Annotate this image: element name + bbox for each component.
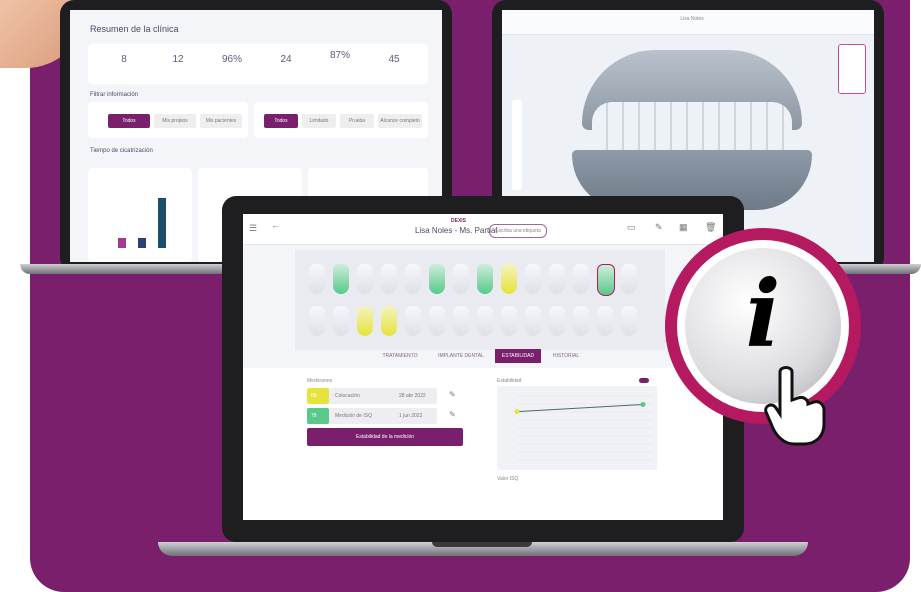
bar-1 xyxy=(118,238,126,248)
filter-full-button[interactable]: Alcance completo xyxy=(378,114,422,128)
tooth-upper-14[interactable] xyxy=(621,264,637,294)
chart-note: Valor ISQ xyxy=(497,476,519,482)
point-2 xyxy=(640,402,646,408)
measurement-value-1: 68 xyxy=(311,393,317,399)
viewer-title: Lisa Noles xyxy=(680,16,704,22)
edit-icon[interactable]: ✎ xyxy=(655,222,663,233)
tooth-upper-3[interactable] xyxy=(357,264,373,294)
tooth-upper-5[interactable] xyxy=(405,264,421,294)
filter-patients-button[interactable]: Mis pacientes xyxy=(200,114,242,128)
tooth-lower-8[interactable] xyxy=(477,306,493,336)
chart-card-1 xyxy=(88,168,192,262)
menu-icon[interactable]: ☰ xyxy=(249,223,257,234)
tag-search-input[interactable]: Escriba una etiqueta xyxy=(489,224,547,238)
tooth-lower-1[interactable] xyxy=(309,306,325,336)
tooth-lower-4[interactable] xyxy=(381,306,397,336)
tooth-lower-11[interactable] xyxy=(549,306,565,336)
tooth-lower-5[interactable] xyxy=(405,306,421,336)
tooth-upper-11[interactable] xyxy=(549,264,565,294)
delete-icon[interactable]: 🗑 xyxy=(705,222,716,233)
tooth-upper-12[interactable] xyxy=(573,264,589,294)
tooth-lower-3[interactable] xyxy=(357,306,373,336)
stat-5: 87% xyxy=(329,50,350,61)
tooth-lower-9[interactable] xyxy=(501,306,517,336)
point-1 xyxy=(514,409,520,415)
bar-2 xyxy=(138,238,146,248)
tooth-lower-12[interactable] xyxy=(573,306,589,336)
viewer-toolbar xyxy=(502,10,874,35)
edit-measurement-2-icon[interactable]: ✎ xyxy=(449,410,456,419)
clinic-summary-title: Resumen de la clínica xyxy=(90,24,179,34)
tooth-upper-9[interactable] xyxy=(501,264,517,294)
filter-title: Filtrar información xyxy=(90,92,139,98)
tooth-upper-8[interactable] xyxy=(477,264,493,294)
stat-2: 12 xyxy=(172,54,184,65)
brand-label: DEXIS xyxy=(451,218,467,224)
tooth-lower-10[interactable] xyxy=(525,306,541,336)
tooth-lower-13[interactable] xyxy=(597,306,613,336)
scanner-icon[interactable]: ▭ xyxy=(627,222,636,233)
tooth-upper-1[interactable] xyxy=(309,264,325,294)
measurement-row-2[interactable]: 78 Medición de ISQ 1 jun 2022 xyxy=(307,408,437,424)
chart-title: Estabilidad xyxy=(497,378,522,384)
tab-treatment[interactable]: TRATAMIENTO xyxy=(373,349,427,363)
viewer-panel[interactable] xyxy=(838,44,866,94)
measurement-date-1: 28 abr 2022 xyxy=(399,393,426,399)
pointer-hand-icon xyxy=(764,366,826,446)
measurements-label: Mediciones xyxy=(307,378,333,384)
filter-all-button[interactable]: Todos xyxy=(108,114,150,128)
stat-1: 8 xyxy=(121,54,127,65)
measurement-label-2: Medición de ISQ xyxy=(335,413,372,419)
patient-title: Lisa Noles - Ms. Partial xyxy=(415,226,498,235)
measurement-label-1: Colocación xyxy=(335,393,360,399)
bar-3 xyxy=(158,198,166,248)
front-laptop-notch xyxy=(432,542,532,547)
tab-history[interactable]: HISTORIAL xyxy=(545,349,587,363)
filter-all-2-button[interactable]: Todos xyxy=(264,114,298,128)
tooth-lower-14[interactable] xyxy=(621,306,637,336)
stat-3: 96% xyxy=(221,54,242,65)
calendar-icon[interactable]: ▦ xyxy=(679,222,688,233)
tooth-upper-7[interactable] xyxy=(453,264,469,294)
filter-limited-button[interactable]: Limitado xyxy=(302,114,336,128)
tooth-upper-10[interactable] xyxy=(525,264,541,294)
tooth-lower-2[interactable] xyxy=(333,306,349,336)
tooth-lower-7[interactable] xyxy=(453,306,469,336)
healing-time-title: Tiempo de cicatrización xyxy=(90,148,153,154)
tab-dental-implant[interactable]: IMPLANTE DENTAL xyxy=(431,349,491,363)
front-laptop-screen: ☰ ← DEXIS Lisa Noles - Ms. Partial Escri… xyxy=(243,214,723,520)
measurement-row-1[interactable]: 68 Colocación 28 abr 2022 xyxy=(307,388,437,404)
measurement-date-2: 1 jun 2022 xyxy=(399,413,423,419)
viewer-side-tools[interactable] xyxy=(512,100,522,190)
tooth-upper-4[interactable] xyxy=(381,264,397,294)
measurement-value-2: 78 xyxy=(311,413,317,419)
chart-toggle[interactable] xyxy=(639,378,649,383)
back-icon[interactable]: ← xyxy=(271,220,280,230)
measure-stability-button[interactable]: Estabilidad de la medición xyxy=(307,428,463,446)
filter-mine-button[interactable]: Mis propios xyxy=(154,114,196,128)
stat-6: 45 xyxy=(388,54,400,65)
filter-test-button[interactable]: Prueba xyxy=(340,114,374,128)
tooth-upper-6[interactable] xyxy=(429,264,445,294)
stability-chart xyxy=(497,386,657,470)
tooth-chart[interactable] xyxy=(295,250,665,350)
tooth-upper-2[interactable] xyxy=(333,264,349,294)
tooth-upper-13-selected[interactable] xyxy=(597,264,615,296)
tab-stability[interactable]: ESTABILIDAD xyxy=(495,349,541,363)
info-icon: i xyxy=(745,260,781,368)
stat-4: 24 xyxy=(280,54,292,65)
tooth-lower-6[interactable] xyxy=(429,306,445,336)
edit-measurement-1-icon[interactable]: ✎ xyxy=(449,390,456,399)
